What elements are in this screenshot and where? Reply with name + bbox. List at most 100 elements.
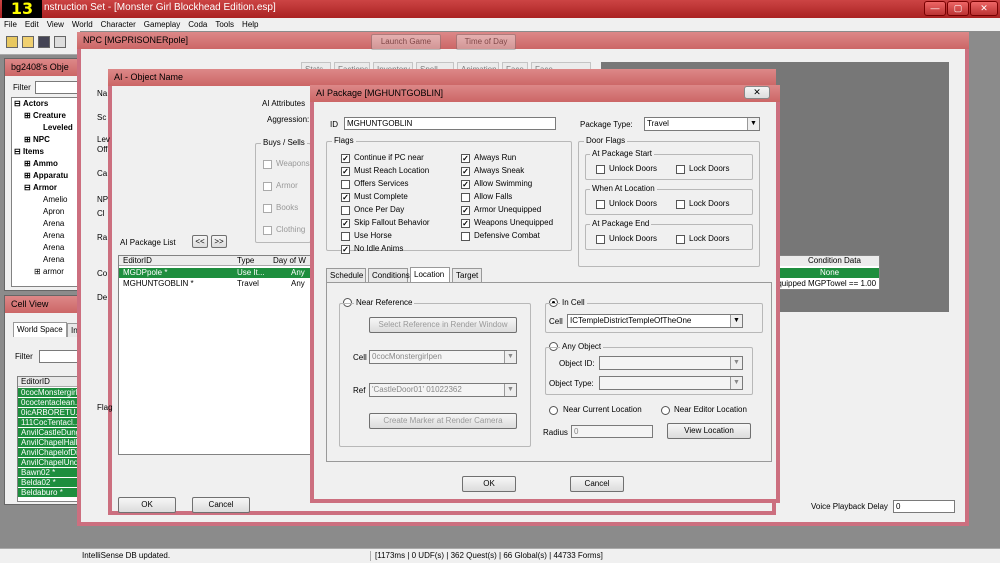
in-cell-select[interactable]: ICTempleDistrictTempleOfTheOne ▼ (567, 314, 743, 328)
menu-view[interactable]: View (43, 18, 68, 31)
worldspace-tab[interactable]: World Space (13, 322, 67, 337)
voice-delay-input[interactable]: 0 (893, 500, 955, 513)
near-editor-location-radio[interactable] (661, 406, 670, 415)
expand-icon[interactable]: ⊞ (24, 158, 33, 170)
flag-checkbox[interactable]: ✓ (341, 167, 350, 176)
expand-icon[interactable]: ⊞ (34, 266, 43, 278)
object-filter-input[interactable] (35, 81, 79, 94)
package-cancel-button[interactable]: Cancel (570, 476, 624, 492)
cell-list-header[interactable]: EditorID (18, 377, 80, 387)
menu-coda[interactable]: Coda (184, 18, 211, 31)
view-location-button[interactable]: View Location (667, 423, 751, 439)
buy-checkbox[interactable] (263, 204, 272, 213)
package-tab[interactable]: Target (452, 268, 482, 282)
package-tab[interactable]: Schedule (326, 268, 366, 282)
save-icon[interactable] (38, 36, 50, 48)
tree-item[interactable]: ⊞ NPC (24, 134, 50, 146)
buy-checkbox[interactable] (263, 160, 272, 169)
cell-list-item[interactable]: Beldaburo * (18, 488, 80, 498)
tree-item[interactable]: ⊞ armor (34, 266, 64, 278)
cell-list-item[interactable]: AnvilChapelofDi.. (18, 448, 80, 458)
minimize-button[interactable]: — (924, 1, 946, 16)
menu-world[interactable]: World (68, 18, 97, 31)
flag-checkbox[interactable]: ✓ (341, 193, 350, 202)
flag-checkbox[interactable]: ✓ (461, 219, 470, 228)
tree-item[interactable]: Arena (34, 218, 64, 230)
expand-icon[interactable]: ⊟ (24, 182, 33, 194)
cell-list-item[interactable]: 0cocMonstergirl.. (18, 388, 80, 398)
cond-row-1[interactable]: None (772, 268, 879, 278)
cell-list-item[interactable]: Bawn02 * (18, 468, 80, 478)
flag-checkbox[interactable] (461, 193, 470, 202)
expand-icon[interactable]: ⊞ (24, 134, 33, 146)
tree-item[interactable]: ⊞ Creature (24, 110, 66, 122)
ai-cancel-button[interactable]: Cancel (192, 497, 250, 513)
tree-item[interactable]: Arena (34, 230, 64, 242)
flag-checkbox[interactable] (341, 206, 350, 215)
col-day[interactable]: Day of W (273, 256, 306, 266)
menu-edit[interactable]: Edit (21, 18, 43, 31)
near-current-location-radio[interactable] (549, 406, 558, 415)
lock-doors-checkbox[interactable] (676, 200, 685, 209)
tree-item[interactable]: ⊟ Armor (24, 182, 57, 194)
close-button[interactable]: ✕ (970, 1, 998, 16)
menu-help[interactable]: Help (238, 18, 262, 31)
object-id-select[interactable]: ▼ (599, 356, 743, 370)
package-type-select[interactable]: Travel ▼ (644, 117, 760, 131)
cond-header[interactable]: Condition Data (772, 256, 879, 266)
tree-item[interactable]: Arena (34, 242, 64, 254)
lock-doors-checkbox[interactable] (676, 165, 685, 174)
package-row[interactable]: MGHUNTGOBLIN * Travel Any (119, 279, 312, 289)
near-ref-ref-select[interactable]: 'CastleDoor01' 01022362 ▼ (369, 383, 517, 397)
buy-checkbox[interactable] (263, 226, 272, 235)
open-icon[interactable] (6, 36, 18, 48)
expand-icon[interactable]: ⊞ (24, 170, 33, 182)
cell-filter-input[interactable] (39, 350, 81, 363)
cond-row-2[interactable]: Equipped MGPTowel == 1.00 (772, 279, 879, 289)
menu-character[interactable]: Character (97, 18, 140, 31)
unlock-doors-checkbox[interactable] (596, 235, 605, 244)
cell-list-item[interactable]: AnvilCastleDung.. (18, 428, 80, 438)
condition-data-column[interactable]: Condition Data None Equipped MGPTowel ==… (772, 255, 880, 290)
package-ok-button[interactable]: OK (462, 476, 516, 492)
cell-list-item[interactable]: AnvilChapelUnd.. (18, 458, 80, 468)
tree-item[interactable]: ⊟ Actors (14, 98, 48, 110)
radius-input[interactable]: 0 (571, 425, 653, 438)
cell-list[interactable]: EditorID 0cocMonstergirl.. 0coctentaclean… (17, 376, 81, 502)
package-id-input[interactable]: MGHUNTGOBLIN (344, 117, 556, 130)
tree-item[interactable]: Amelio (34, 194, 67, 206)
maximize-button[interactable]: ▢ (947, 1, 969, 16)
select-reference-button[interactable]: Select Reference in Render Window (369, 317, 517, 333)
tree-item[interactable]: Leveled (34, 122, 73, 134)
package-row[interactable]: MGDPpole * Use It... Any (119, 268, 312, 278)
expand-icon[interactable]: ⊞ (24, 110, 33, 122)
package-close-button[interactable]: ✕ (744, 86, 770, 99)
flag-checkbox[interactable]: ✓ (461, 180, 470, 189)
prev-package-button[interactable]: << (192, 235, 208, 248)
expand-icon[interactable]: ⊟ (14, 98, 23, 110)
flag-checkbox[interactable]: ✓ (461, 167, 470, 176)
tree-item[interactable]: ⊟ Items (14, 146, 44, 158)
flag-checkbox[interactable]: ✓ (341, 154, 350, 163)
package-tab[interactable]: Conditions (368, 268, 410, 282)
menu-file[interactable]: File (0, 18, 21, 31)
tree-item[interactable]: Apron (34, 206, 64, 218)
object-type-select[interactable]: ▼ (599, 376, 743, 390)
tree-item[interactable]: ⊞ Apparatu (24, 170, 68, 182)
tree-item[interactable]: Arena (34, 254, 64, 266)
cell-list-item[interactable]: Belda02 * (18, 478, 80, 488)
unlock-doors-checkbox[interactable] (596, 165, 605, 174)
lock-doors-checkbox[interactable] (676, 235, 685, 244)
tree-item[interactable]: ⊞ Ammo (24, 158, 58, 170)
cell-list-item[interactable]: 111CocTentacl.. (18, 418, 80, 428)
cut-icon[interactable] (54, 36, 66, 48)
next-package-button[interactable]: >> (211, 235, 227, 248)
create-marker-button[interactable]: Create Marker at Render Camera (369, 413, 517, 429)
time-of-day-button[interactable]: Time of Day (456, 34, 516, 50)
launch-game-button[interactable]: Launch Game (371, 34, 441, 50)
expand-icon[interactable]: ⊟ (14, 146, 23, 158)
ai-ok-button[interactable]: OK (118, 497, 176, 513)
flag-checkbox[interactable] (461, 232, 470, 241)
cell-list-item[interactable]: 0coctentaclean.. (18, 398, 80, 408)
flag-checkbox[interactable]: ✓ (461, 206, 470, 215)
